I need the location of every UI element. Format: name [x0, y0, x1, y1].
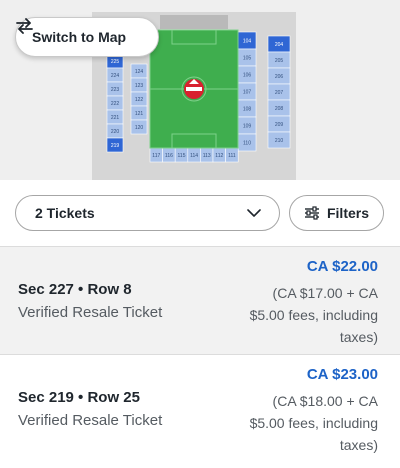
seating-section-label: 210	[275, 138, 284, 144]
seating-section-label: 110	[243, 141, 251, 147]
seating-section-label: 223	[111, 87, 120, 93]
ticket-listing[interactable]: CA $22.00 (CA $17.00 + CA $5.00 fees, in…	[0, 246, 400, 354]
seating-section-label: 221	[111, 115, 120, 121]
seating-section-label: 207	[275, 90, 284, 96]
seating-section-label: 209	[275, 122, 284, 128]
switch-to-map-label: Switch to Map	[32, 29, 127, 45]
seating-section-label: 204	[275, 42, 284, 48]
seating-section-label: 220	[111, 129, 120, 135]
listing-price: CA $23.00	[306, 366, 378, 383]
seating-section-label: 123	[135, 83, 144, 89]
seating-section-label: 105	[243, 56, 252, 62]
seating-section-label: 109	[243, 124, 252, 130]
stadium-map-preview[interactable]: 225 224 223 222 221 220 219 124 123 122 121 120 10…	[0, 0, 400, 180]
seating-section-label: 222	[111, 101, 120, 107]
filters-label: Filters	[326, 205, 369, 221]
seating-section-label: 115	[178, 153, 186, 159]
seating-section-label: 219	[111, 143, 120, 149]
filters-button[interactable]: Filters	[289, 195, 384, 231]
seating-section-label: 116	[165, 153, 173, 159]
listing-price-breakdown: (CA $17.00 + CA $5.00 fees, including ta…	[249, 285, 378, 345]
sliders-icon	[304, 206, 319, 220]
seating-section-label: 104	[243, 39, 252, 45]
listing-price: CA $22.00	[306, 258, 378, 275]
seating-section-label: 121	[135, 111, 144, 117]
seating-section-label: 225	[111, 59, 120, 65]
swap-arrows-icon	[16, 18, 33, 34]
seating-section-label: 112	[215, 153, 223, 159]
seating-section-label: 107	[243, 90, 252, 96]
listing-section-row: Sec 227 • Row 8	[18, 281, 132, 298]
switch-to-map-button[interactable]: Switch to Map	[15, 17, 159, 57]
seating-section-label: 120	[135, 125, 144, 131]
seating-section-label: 206	[275, 74, 284, 80]
seating-section-label: 205	[275, 58, 284, 64]
seating-section-label: 122	[135, 97, 144, 103]
seating-section-label: 111	[228, 153, 236, 159]
seating-section-label: 113	[203, 153, 211, 159]
listing-section-row: Sec 219 • Row 25	[18, 389, 140, 406]
seating-section-label: 224	[111, 73, 120, 79]
seating-section-label: 114	[190, 153, 198, 159]
seating-section-label: 117	[152, 153, 160, 159]
seating-section-label: 106	[243, 73, 252, 79]
seating-section-label: 208	[275, 106, 284, 112]
chevron-down-icon	[247, 208, 261, 217]
listing-ticket-type: Verified Resale Ticket	[18, 304, 163, 321]
seating-section-label: 108	[243, 107, 252, 113]
listing-price-breakdown: (CA $18.00 + CA $5.00 fees, including ta…	[249, 393, 378, 453]
ticket-listing[interactable]: CA $23.00 (CA $18.00 + CA $5.00 fees, in…	[0, 354, 400, 468]
listing-ticket-type: Verified Resale Ticket	[18, 412, 163, 429]
ticket-quantity-select[interactable]: 2 Tickets	[15, 195, 280, 231]
ticket-quantity-value: 2 Tickets	[35, 205, 95, 221]
filter-bar: 2 Tickets Filters	[0, 180, 400, 246]
seating-section-label: 124	[135, 69, 144, 75]
